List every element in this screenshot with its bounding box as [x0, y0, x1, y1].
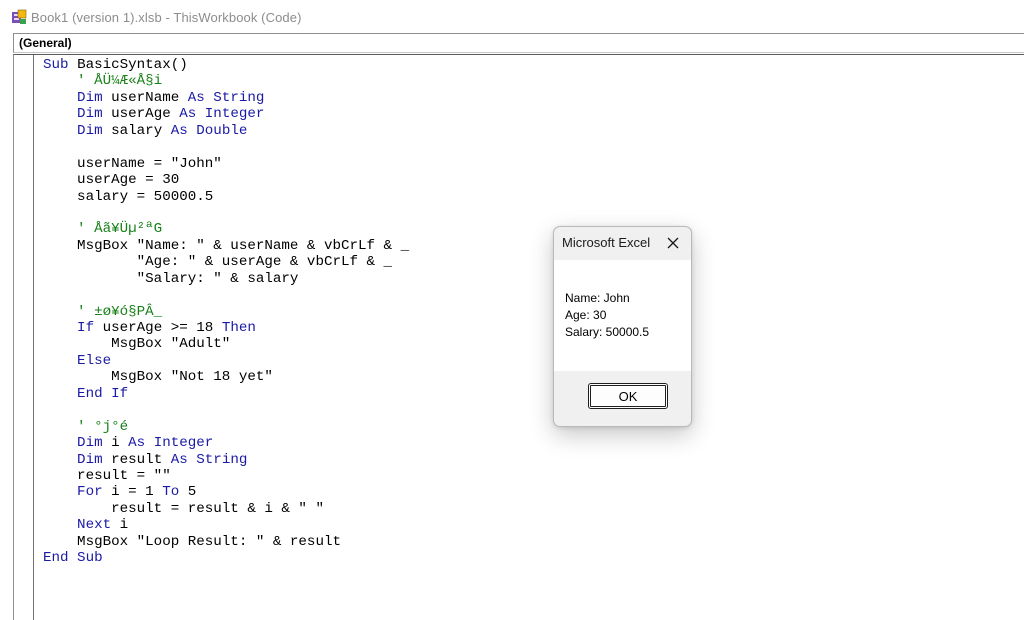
object-dropdown[interactable]: (General) — [13, 33, 1024, 53]
code-line[interactable]: Sub BasicSyntax() — [43, 57, 409, 73]
code-keyword: As String — [170, 451, 248, 468]
code-keyword: As String — [187, 89, 265, 106]
code-token: MsgBox "Not 18 yet" — [43, 369, 273, 386]
code-token: MsgBox "Adult" — [43, 336, 231, 353]
code-keyword: Sub — [43, 57, 78, 73]
code-token: MsgBox "Name: " & userName & vbCrLf & _ — [43, 237, 410, 254]
code-line[interactable]: Next i — [43, 517, 409, 533]
code-token: i — [111, 435, 129, 452]
code-token: result = result & i & " " — [43, 500, 324, 517]
code-keyword: Dim — [43, 451, 112, 468]
code-line[interactable]: MsgBox "Not 18 yet" — [43, 369, 409, 385]
code-keyword: As Integer — [128, 435, 214, 452]
code-line[interactable] — [43, 402, 409, 418]
code-keyword: Dim — [43, 89, 112, 106]
message-line-name: Name: John — [565, 291, 630, 305]
code-line[interactable]: Dim i As Integer — [43, 435, 409, 451]
code-line[interactable]: result = "" — [43, 468, 409, 484]
code-token: "Salary: " & salary — [43, 270, 299, 287]
code-comment: ' Åã¥Üµ²ªG — [43, 221, 163, 238]
code-editor[interactable]: Sub BasicSyntax() ' ÅÜ¼Æ«Å§i Dim userNam… — [13, 54, 1024, 620]
code-token: "Age: " & userAge & vbCrLf & _ — [43, 254, 393, 271]
code-token: BasicSyntax() — [77, 57, 188, 73]
code-keyword: As Integer — [179, 106, 265, 123]
code-line[interactable]: salary = 50000.5 — [43, 189, 409, 205]
code-line[interactable]: userAge = 30 — [43, 172, 409, 188]
code-line[interactable]: userName = "John" — [43, 156, 409, 172]
code-keyword: To — [162, 484, 188, 501]
code-token: 5 — [187, 484, 197, 501]
code-line[interactable] — [43, 205, 409, 221]
code-line[interactable]: MsgBox "Adult" — [43, 336, 409, 352]
code-token: i = 1 — [111, 484, 163, 501]
code-keyword: End If — [43, 385, 129, 402]
code-line[interactable]: ' Åã¥Üµ²ªG — [43, 221, 409, 237]
code-token: userName = "John" — [43, 155, 222, 172]
code-token: userAge — [111, 106, 180, 123]
code-line[interactable]: MsgBox "Loop Result: " & result — [43, 534, 409, 550]
code-line[interactable]: "Salary: " & salary — [43, 271, 409, 287]
code-text[interactable]: Sub BasicSyntax() ' ÅÜ¼Æ«Å§i Dim userNam… — [43, 57, 409, 567]
code-line[interactable]: For i = 1 To 5 — [43, 484, 409, 500]
dialog-message: Name: John Age: 30 Salary: 50000.5 — [565, 290, 649, 341]
code-keyword: Dim — [43, 435, 112, 452]
code-token: salary = 50000.5 — [43, 188, 214, 205]
message-line-age: Age: 30 — [565, 308, 607, 322]
code-line[interactable]: Dim userAge As Integer — [43, 106, 409, 122]
code-keyword: As Double — [170, 122, 248, 139]
vba-project-icon — [12, 9, 27, 24]
message-box-dialog: Microsoft Excel Name: John Age: 30 Salar… — [553, 226, 692, 427]
code-token: result — [111, 451, 171, 468]
code-keyword: If — [43, 320, 103, 336]
code-line[interactable]: ' ÅÜ¼Æ«Å§i — [43, 73, 409, 89]
code-token: userAge >= 18 — [102, 320, 222, 336]
ok-button[interactable]: OK — [588, 383, 668, 409]
code-line[interactable] — [43, 139, 409, 155]
code-line[interactable]: MsgBox "Name: " & userName & vbCrLf & _ — [43, 238, 409, 254]
dialog-title: Microsoft Excel — [562, 235, 651, 250]
code-keyword: Dim — [43, 122, 112, 139]
code-token: userName — [111, 89, 188, 106]
code-line[interactable]: If userAge >= 18 Then — [43, 320, 409, 336]
code-line[interactable] — [43, 287, 409, 303]
code-line[interactable]: result = result & i & " " — [43, 501, 409, 517]
code-line[interactable]: Else — [43, 353, 409, 369]
code-keyword: For — [43, 484, 112, 501]
code-line[interactable]: ' ±ø¥ó§PÂ_ — [43, 304, 409, 320]
window-title: Book1 (version 1).xlsb - ThisWorkbook (C… — [31, 10, 302, 25]
code-line[interactable]: End Sub — [43, 550, 409, 566]
code-keyword: End Sub — [43, 550, 103, 567]
close-icon[interactable] — [666, 236, 680, 250]
code-comment: ' °j°é — [43, 418, 129, 435]
object-dropdown-value: (General) — [19, 36, 72, 50]
code-token: salary — [111, 122, 171, 139]
code-token: result = "" — [43, 467, 171, 484]
code-keyword: Dim — [43, 106, 112, 123]
code-line[interactable]: Dim result As String — [43, 452, 409, 468]
code-comment: ' ±ø¥ó§PÂ_ — [43, 303, 163, 320]
margin-indicator-bar[interactable] — [14, 55, 34, 620]
dialog-body: Name: John Age: 30 Salary: 50000.5 — [554, 260, 691, 371]
title-bar: Book1 (version 1).xlsb - ThisWorkbook (C… — [0, 0, 1024, 34]
code-keyword: Then — [221, 320, 256, 336]
code-line[interactable]: "Age: " & userAge & vbCrLf & _ — [43, 254, 409, 270]
code-line[interactable]: ' °j°é — [43, 419, 409, 435]
code-keyword: Next — [43, 517, 120, 534]
code-token: userAge = 30 — [43, 172, 180, 189]
code-token: MsgBox "Loop Result: " & result — [43, 533, 341, 550]
code-line[interactable]: Dim userName As String — [43, 90, 409, 106]
code-token: i — [119, 517, 129, 534]
message-line-salary: Salary: 50000.5 — [565, 325, 650, 339]
code-line[interactable]: End If — [43, 386, 409, 402]
code-line[interactable]: Dim salary As Double — [43, 123, 409, 139]
code-comment: ' ÅÜ¼Æ«Å§i — [43, 73, 163, 90]
code-keyword: Else — [43, 352, 112, 369]
